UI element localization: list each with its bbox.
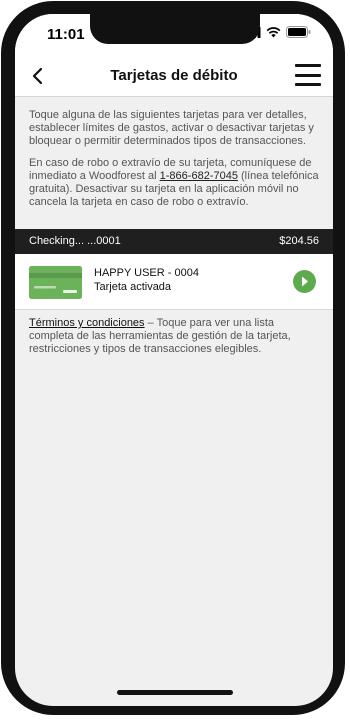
- card-status: Tarjeta activada: [94, 281, 172, 293]
- battery-icon: [286, 26, 311, 38]
- account-name: Checking... ...0001: [29, 235, 121, 247]
- home-indicator[interactable]: [117, 690, 233, 695]
- intro-paragraph-1: Toque alguna de las siguientes tarjetas …: [29, 109, 314, 147]
- intro-paragraph-2: En caso de robo o extravío de su tarjeta…: [29, 157, 319, 209]
- nav-bar: Tarjetas de débito: [15, 54, 333, 97]
- chevron-right-circle-icon[interactable]: [293, 270, 316, 293]
- wifi-icon: [266, 26, 281, 37]
- card-list-item[interactable]: HAPPY USER - 0004 Tarjeta activada: [15, 254, 333, 310]
- account-balance: $204.56: [279, 235, 319, 247]
- terms-link[interactable]: Términos y condiciones: [29, 317, 145, 329]
- page-content: Toque alguna de las siguientes tarjetas …: [15, 97, 333, 355]
- debit-card-icon: [29, 266, 82, 299]
- phone-number-link[interactable]: 1-866-682-7045: [160, 170, 238, 182]
- phone-frame: 11:01 Tarjetas de débito Toque alguna de…: [0, 0, 350, 720]
- page-title: Tarjetas de débito: [110, 67, 238, 84]
- hamburger-menu-icon[interactable]: [295, 62, 321, 88]
- terms-text: Términos y condiciones – Toque para ver …: [29, 317, 321, 356]
- status-time: 11:01: [47, 26, 85, 43]
- intro-text: Toque alguna de las siguientes tarjetas …: [15, 97, 333, 209]
- device-notch: [90, 14, 260, 44]
- app-screen: 11:01 Tarjetas de débito Toque alguna de…: [15, 14, 333, 706]
- card-holder-name: HAPPY USER - 0004: [94, 267, 199, 279]
- account-header: Checking... ...0001 $204.56: [15, 229, 333, 254]
